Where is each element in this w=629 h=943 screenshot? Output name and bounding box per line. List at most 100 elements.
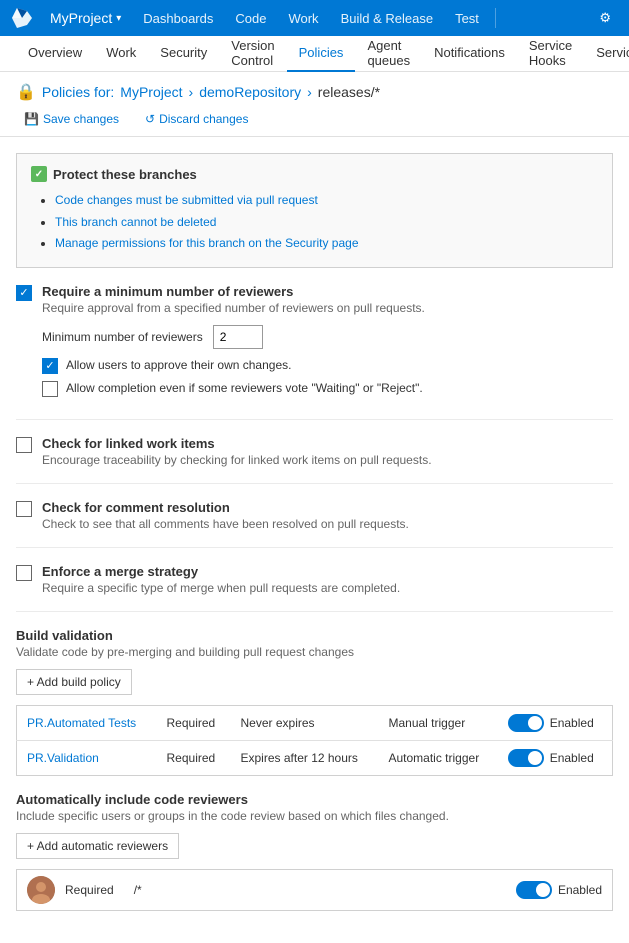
tab-work[interactable]: Work	[94, 36, 148, 72]
page-actions: 💾 Save changes ↺ Discard changes	[16, 108, 613, 130]
add-build-policy-label: + Add build policy	[27, 675, 121, 689]
min-count-input[interactable]	[213, 325, 263, 349]
logo[interactable]	[8, 4, 36, 32]
tab-notifications[interactable]: Notifications	[422, 36, 517, 72]
nav-divider	[495, 8, 496, 28]
merge-strategy-checkbox[interactable]	[16, 565, 32, 581]
comment-resolution-section: Check for comment resolution Check to se…	[16, 500, 613, 548]
save-label: Save changes	[43, 112, 119, 126]
allow-own-checkbox[interactable]: ✓	[42, 358, 58, 374]
tab-overview[interactable]: Overview	[16, 36, 94, 72]
avatar-image	[27, 876, 55, 904]
breadcrumb: 🔒 Policies for: MyProject › demoReposito…	[16, 82, 613, 102]
project-name[interactable]: MyProject ▾	[42, 10, 129, 26]
list-item: Code changes must be submitted via pull …	[55, 190, 598, 212]
min-reviewers-desc: Require approval from a specified number…	[42, 301, 425, 315]
table-row: PR.Automated Tests Required Never expire…	[17, 705, 613, 740]
second-navigation: Overview Work Security Version Control P…	[0, 36, 629, 72]
auto-reviewers-section: Automatically include code reviewers Inc…	[16, 792, 613, 911]
build-row2-required: Required	[157, 740, 231, 775]
settings-icon[interactable]: ⚙	[589, 0, 621, 36]
allow-own-row: ✓ Allow users to approve their own chang…	[42, 357, 613, 374]
save-changes-button[interactable]: 💾 Save changes	[16, 108, 127, 130]
protect-check-icon: ✓	[31, 166, 47, 182]
comment-resolution-content: Check for comment resolution Check to se…	[42, 500, 409, 531]
nav-build-release[interactable]: Build & Release	[331, 0, 444, 36]
build-row2-enabled-label: Enabled	[550, 751, 594, 765]
tab-service-hooks[interactable]: Service Hooks	[517, 36, 584, 72]
linked-work-row: Check for linked work items Encourage tr…	[16, 436, 613, 467]
protect-branches-title: ✓ Protect these branches	[31, 166, 598, 182]
build-validation-section: Build validation Validate code by pre-me…	[16, 628, 613, 776]
build-row1-required: Required	[157, 705, 231, 740]
cannot-delete-link[interactable]: This branch cannot be deleted	[55, 215, 216, 229]
build-row1-toggle-wrap: Enabled	[508, 714, 602, 732]
nav-test[interactable]: Test	[445, 0, 489, 36]
add-automatic-reviewers-button[interactable]: + Add automatic reviewers	[16, 833, 179, 859]
save-icon: 💾	[24, 112, 39, 126]
discard-changes-button[interactable]: ↺ Discard changes	[137, 108, 256, 130]
add-automatic-reviewers-label: + Add automatic reviewers	[27, 839, 168, 853]
project-chevron-icon: ▾	[116, 13, 121, 24]
merge-strategy-row: Enforce a merge strategy Require a speci…	[16, 564, 613, 595]
allow-own-label: Allow users to approve their own changes…	[66, 358, 291, 372]
auto-reviewers-desc: Include specific users or groups in the …	[16, 809, 613, 823]
tab-services[interactable]: Services	[584, 36, 629, 72]
code-changes-link[interactable]: Code changes must be submitted via pull …	[55, 193, 318, 207]
reviewer-row: Required /* Enabled	[16, 869, 613, 911]
auto-reviewers-title: Automatically include code reviewers	[16, 792, 613, 807]
reviewer-path: /*	[134, 883, 142, 897]
discard-icon: ↺	[145, 112, 155, 126]
build-row2-toggle-wrap: Enabled	[508, 749, 602, 767]
breadcrumb-repo[interactable]: demoRepository	[199, 84, 301, 100]
nav-dashboards[interactable]: Dashboards	[133, 0, 223, 36]
build-policy-table: PR.Automated Tests Required Never expire…	[16, 705, 613, 776]
project-name-label: MyProject	[50, 10, 112, 26]
build-row2-expiry: Expires after 12 hours	[231, 740, 379, 775]
nav-work[interactable]: Work	[278, 0, 328, 36]
breadcrumb-prefix: Policies for:	[42, 84, 114, 100]
top-navigation: MyProject ▾ Dashboards Code Work Build &…	[0, 0, 629, 36]
reviewer-info: Required /*	[65, 883, 516, 897]
manage-permissions-link[interactable]: Manage permissions for this branch on th…	[55, 236, 359, 250]
comment-resolution-desc: Check to see that all comments have been…	[42, 517, 409, 531]
build-row1-expiry: Never expires	[231, 705, 379, 740]
build-row2-name[interactable]: PR.Validation	[17, 740, 157, 775]
list-item: Manage permissions for this branch on th…	[55, 233, 598, 255]
list-item: This branch cannot be deleted	[55, 212, 598, 234]
allow-waiting-label: Allow completion even if some reviewers …	[66, 381, 423, 395]
reviewer-toggle[interactable]	[516, 881, 552, 899]
build-validation-desc: Validate code by pre-merging and buildin…	[16, 645, 613, 659]
linked-work-content: Check for linked work items Encourage tr…	[42, 436, 432, 467]
min-reviewers-checkbox[interactable]: ✓	[16, 285, 32, 301]
add-build-policy-button[interactable]: + Add build policy	[16, 669, 132, 695]
min-reviewers-settings: Minimum number of reviewers ✓ Allow user…	[42, 325, 613, 397]
build-row1-name[interactable]: PR.Automated Tests	[17, 705, 157, 740]
allow-waiting-checkbox[interactable]	[42, 381, 58, 397]
comment-resolution-title: Check for comment resolution	[42, 500, 409, 515]
min-reviewers-row: ✓ Require a minimum number of reviewers …	[16, 284, 613, 315]
reviewer-enabled-label: Enabled	[558, 883, 602, 897]
protect-branches-section: ✓ Protect these branches Code changes mu…	[16, 153, 613, 268]
build-row1-toggle-cell: Enabled	[498, 705, 613, 740]
linked-work-checkbox[interactable]	[16, 437, 32, 453]
tab-security[interactable]: Security	[148, 36, 219, 72]
tab-agent-queues[interactable]: Agent queues	[355, 36, 422, 72]
linked-work-desc: Encourage traceability by checking for l…	[42, 453, 432, 467]
build-row2-toggle[interactable]	[508, 749, 544, 767]
build-row1-toggle[interactable]	[508, 714, 544, 732]
linked-work-section: Check for linked work items Encourage tr…	[16, 436, 613, 484]
table-row: PR.Validation Required Expires after 12 …	[17, 740, 613, 775]
comment-resolution-row: Check for comment resolution Check to se…	[16, 500, 613, 531]
min-count-row: Minimum number of reviewers	[42, 325, 613, 349]
breadcrumb-project[interactable]: MyProject	[120, 84, 182, 100]
nav-code[interactable]: Code	[225, 0, 276, 36]
build-row2-trigger: Automatic trigger	[378, 740, 497, 775]
breadcrumb-sep2: ›	[307, 84, 312, 100]
tab-policies[interactable]: Policies	[287, 36, 356, 72]
min-count-label: Minimum number of reviewers	[42, 330, 203, 344]
tab-version-control[interactable]: Version Control	[219, 36, 286, 72]
comment-resolution-checkbox[interactable]	[16, 501, 32, 517]
merge-strategy-section: Enforce a merge strategy Require a speci…	[16, 564, 613, 612]
breadcrumb-branch: releases/*	[318, 84, 380, 100]
